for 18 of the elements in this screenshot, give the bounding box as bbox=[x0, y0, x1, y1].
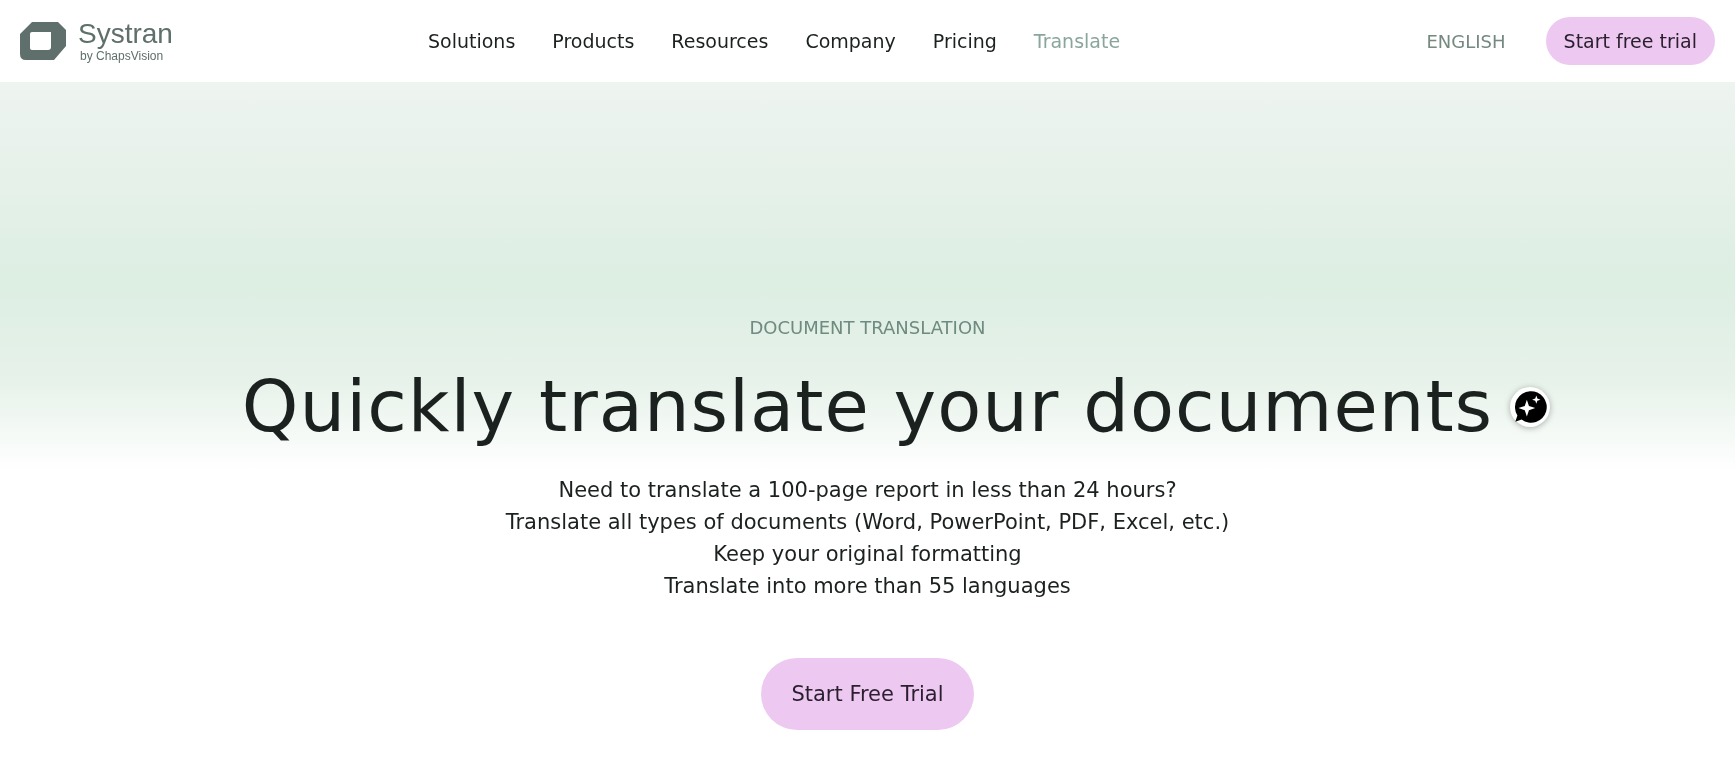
nav-link[interactable]: Products bbox=[552, 30, 635, 52]
feature-line: Need to translate a 100-page report in less than 24 hours? bbox=[558, 477, 1177, 504]
start-trial-button[interactable]: Start free trial bbox=[1545, 17, 1715, 65]
nav-link[interactable]: Company bbox=[805, 30, 896, 52]
feature-line: Translate all types of documents (Word, PowerPoint, PDF, Excel, etc.) bbox=[505, 509, 1230, 536]
section-label: DOCUMENT TRANSLATION bbox=[749, 317, 986, 338]
logo-tagline: by ChapsVision bbox=[80, 49, 165, 63]
nav-link[interactable]: Pricing bbox=[932, 30, 997, 52]
logo-icon bbox=[18, 20, 68, 62]
hero-title: Quickly translate your documents bbox=[241, 363, 1494, 450]
language-link[interactable]: ENGLISH bbox=[1426, 30, 1506, 52]
start-trial-button[interactable]: Start Free Trial bbox=[761, 658, 974, 730]
nav-link[interactable]: Resources bbox=[671, 30, 769, 52]
chat-icon[interactable] bbox=[1509, 386, 1552, 428]
logo-wordmark[interactable]: Systran bbox=[78, 19, 173, 49]
nav-link[interactable]: Solutions bbox=[428, 30, 516, 52]
feature-line: Keep your original formatting bbox=[713, 541, 1022, 568]
feature-line: Translate into more than 55 languages bbox=[664, 573, 1071, 600]
